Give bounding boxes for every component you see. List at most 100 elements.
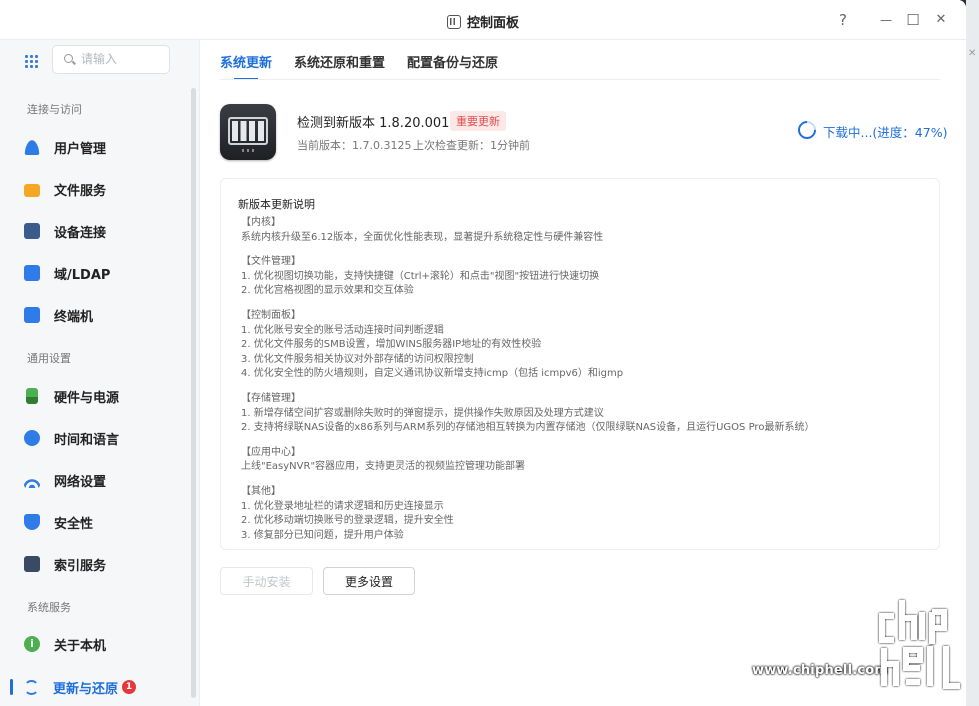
- current-version: 当前版本：1.7.0.3125: [297, 139, 412, 152]
- device-icon: [24, 223, 40, 239]
- notes-line: 上线"EasyNVR"容器应用，支持更灵活的视频监控管理功能部署: [241, 461, 526, 473]
- sidebar-item-label: 索引服务: [54, 558, 107, 574]
- domain-icon: [24, 265, 40, 281]
- tab-system-restore-reset[interactable]: 系统还原和重置: [294, 52, 385, 80]
- notes-line: 1. 新增存储空间扩容或删除失败时的弹窗提示，提供操作失败原因及处理方式建议: [241, 407, 604, 419]
- notes-line: 【文件管理】: [241, 256, 301, 268]
- search-icon: [64, 54, 73, 63]
- sidebar-item-label: 网络设置: [54, 474, 107, 490]
- wifi-icon: [24, 472, 40, 488]
- notification-badge: 1: [122, 680, 137, 694]
- title-bar: 控制面板 ? — ☐ ✕: [0, 0, 966, 40]
- notes-line: 2. 优化宫格视图的显示效果和交互体验: [241, 285, 414, 297]
- notes-line: 2. 优化文件服务的SMB设置，增加WINS服务器IP地址的有效性校验: [241, 339, 542, 351]
- sidebar-scrollbar[interactable]: [191, 88, 196, 698]
- notes-spacer: [241, 245, 931, 255]
- notes-line: 系统内核升级至6.12版本，全面优化性能表现，显著提升系统稳定性与硬件兼容性: [241, 231, 604, 243]
- manual-install-button: 手动安装: [220, 567, 313, 595]
- last-check-time: 上次检查更新：1分钟前: [413, 139, 530, 152]
- main-content: 系统更新 系统还原和重置 配置备份与还原 检测到新版本 1.8.20.0012 …: [200, 40, 966, 706]
- watermark-text: www.chiphell.com: [752, 663, 889, 678]
- window-title-text: 控制面板: [466, 16, 519, 31]
- sidebar-item-terminal[interactable]: 终端机: [24, 300, 184, 330]
- sidebar-item-index-service[interactable]: 索引服务: [24, 549, 184, 579]
- download-progress: 下载中...(进度：47%): [823, 125, 948, 140]
- folder-icon: [24, 183, 40, 197]
- notes-line: 4. 优化安全性的防火墙规则，自定义通讯协议新增支持icmp（包括 icmpv6…: [241, 368, 624, 380]
- loading-spinner-icon: [794, 117, 820, 143]
- sidebar-item-update-restore[interactable]: 更新与还原 1: [24, 672, 184, 702]
- sidebar-item-label: 硬件与电源: [54, 390, 120, 406]
- tab-config-backup-restore[interactable]: 配置备份与还原: [407, 52, 498, 80]
- control-panel-icon: [446, 15, 461, 29]
- sidebar-item-time-language[interactable]: 时间和语言: [24, 423, 184, 453]
- search-input[interactable]: [81, 52, 165, 66]
- maximize-icon[interactable]: ☐: [904, 11, 922, 29]
- notes-line: 3. 修复部分已知问题，提升用户体验: [241, 529, 404, 541]
- minimize-icon[interactable]: —: [877, 13, 895, 27]
- notes-spacer: [241, 299, 931, 309]
- terminal-icon: [24, 307, 40, 323]
- sidebar-item-ldap[interactable]: 域/LDAP: [24, 258, 184, 288]
- sidebar-item-about[interactable]: i 关于本机: [24, 629, 184, 659]
- notes-line: 3. 优化文件服务相关协议对外部存储的访问权限控制: [241, 353, 474, 365]
- notes-line: 【应用中心】: [241, 446, 301, 458]
- help-icon[interactable]: ?: [834, 11, 852, 29]
- more-settings-button[interactable]: 更多设置: [323, 567, 415, 595]
- sidebar-item-label: 终端机: [54, 309, 94, 325]
- globe-icon: [24, 430, 40, 446]
- sidebar-item-label: 安全性: [54, 516, 94, 532]
- section-system: 系统服务: [27, 601, 71, 614]
- sidebar-item-label: 更新与还原: [53, 681, 119, 697]
- search-box[interactable]: [52, 45, 170, 74]
- sidebar-item-file-service[interactable]: 文件服务: [24, 174, 184, 204]
- release-notes-heading: 新版本更新说明: [238, 198, 315, 211]
- notes-spacer: [241, 475, 931, 485]
- release-notes-body: 【内核】系统内核升级至6.12版本，全面优化性能表现，显著提升系统稳定性与硬件兼…: [241, 216, 931, 543]
- tab-system-update[interactable]: 系统更新: [220, 52, 272, 80]
- notes-line: 【内核】: [241, 217, 281, 228]
- notes-line: 1. 优化账号安全的账号活动连接时间判断逻辑: [241, 324, 444, 336]
- notes-spacer: [241, 382, 931, 392]
- update-title: 检测到新版本 1.8.20.0012: [297, 116, 458, 131]
- notes-line: 2. 支持将绿联NAS设备的x86系列与ARM系列的存储池相互转换为内置存储池（…: [241, 422, 815, 434]
- app-grid-icon[interactable]: [24, 54, 38, 68]
- notes-line: 2. 优化移动端切换账号的登录逻辑，提升安全性: [241, 515, 454, 527]
- sidebar-item-device-connection[interactable]: 设备连接: [24, 216, 184, 246]
- notes-line: 1. 优化视图切换功能，支持快捷键（Ctrl+滚轮）和点击"视图"按钮进行快速切…: [241, 270, 600, 282]
- notes-line: 【存储管理】: [241, 392, 301, 404]
- sidebar-item-label: 文件服务: [54, 183, 107, 199]
- sidebar-item-label: 关于本机: [54, 638, 107, 654]
- battery-icon: [26, 388, 38, 404]
- sidebar-item-label: 时间和语言: [54, 432, 120, 448]
- section-connection: 连接与访问: [27, 103, 82, 116]
- sidebar-item-users[interactable]: 用户管理: [24, 132, 184, 162]
- sidebar-item-label: 设备连接: [54, 225, 107, 241]
- release-notes-panel: 新版本更新说明 【内核】系统内核升级至6.12版本，全面优化性能表现，显著提升系…: [220, 178, 940, 550]
- shield-icon: [24, 514, 40, 530]
- control-panel-window: 控制面板 ? — ☐ ✕ 连接与访问 用户管理 文件服务 设备连接 域/LDAP: [0, 0, 966, 706]
- close-icon[interactable]: ✕: [932, 12, 950, 27]
- chiphell-logo-icon: [879, 600, 960, 689]
- important-update-tag: 重要更新: [450, 111, 506, 131]
- tab-divider: [220, 79, 940, 80]
- sidebar-item-label: 用户管理: [54, 141, 107, 157]
- window-title: 控制面板: [0, 12, 966, 31]
- notes-line: 【控制面板】: [241, 309, 301, 321]
- notes-spacer: [241, 436, 931, 446]
- nas-device-icon: [220, 104, 276, 160]
- sidebar-item-security[interactable]: 安全性: [24, 507, 184, 537]
- refresh-icon: [24, 679, 39, 695]
- sidebar-item-label: 域/LDAP: [54, 267, 111, 283]
- close-icon: ✕: [968, 48, 977, 59]
- notes-line: 1. 优化登录地址栏的请求逻辑和历史连接显示: [241, 500, 444, 512]
- sidebar-item-hardware-power[interactable]: 硬件与电源: [24, 381, 184, 411]
- tab-bar: 系统更新 系统还原和重置 配置备份与还原: [220, 52, 498, 80]
- info-icon: i: [24, 636, 40, 652]
- sidebar-item-network[interactable]: 网络设置: [24, 465, 184, 495]
- notes-line: 【其他】: [241, 485, 281, 497]
- active-indicator: [10, 679, 13, 695]
- user-icon: [24, 139, 40, 155]
- index-icon: [24, 556, 40, 572]
- section-general: 通用设置: [27, 352, 71, 365]
